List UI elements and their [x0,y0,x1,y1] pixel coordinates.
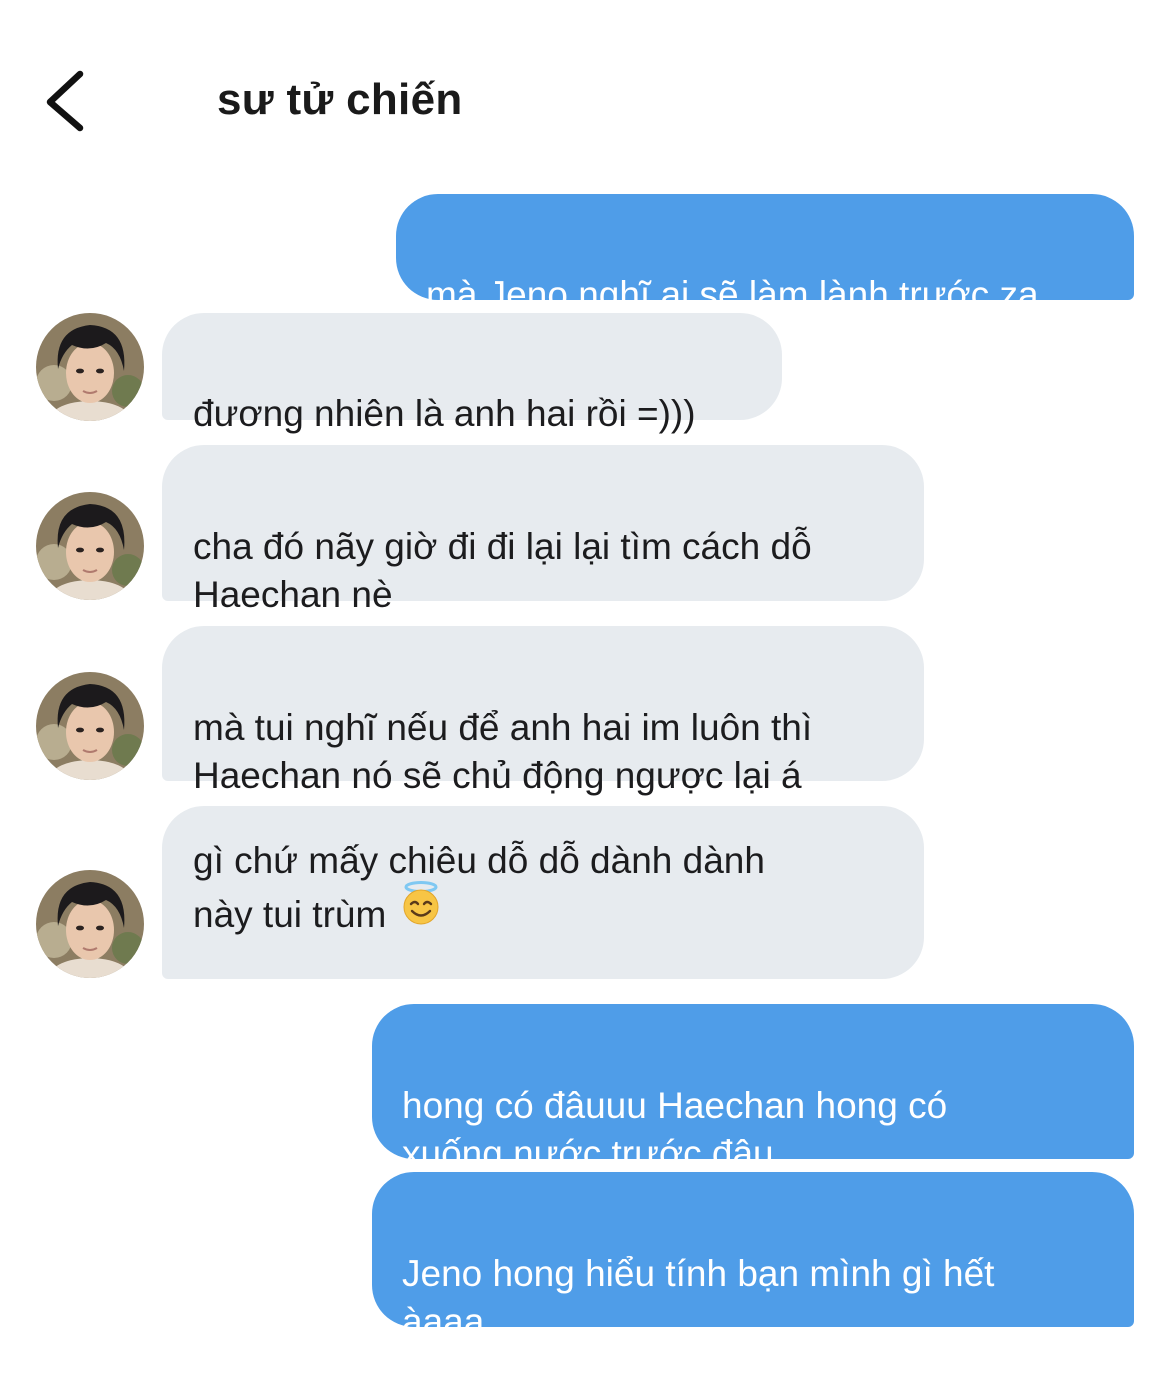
avatar[interactable] [36,870,144,978]
message-bubble-sent[interactable]: mà Jeno nghĩ ai sẽ làm lành trước zạ [396,194,1134,315]
message-text-line: này tui trùm [193,894,387,936]
message-text: đương nhiên là anh hai rồi =))) [193,393,696,434]
message-bubble-sent[interactable]: Jeno hong hiểu tính bạn mình gì hết àaaa [372,1172,1134,1342]
smiling-face-with-halo-icon [400,881,442,941]
message-text: mà Jeno nghĩ ai sẽ làm lành trước zạ [426,274,1039,315]
profile-photo [36,313,144,421]
message-bubble-received[interactable]: mà tui nghĩ nếu để anh hai im luôn thì H… [162,626,924,796]
message-text-line: gì chứ mấy chiêu dỗ dỗ dành dành [193,840,765,881]
profile-photo [36,870,144,978]
message-bubble-received[interactable]: cha đó nãy giờ đi đi lại lại tìm cách dỗ… [162,445,924,615]
chevron-left-icon [46,70,84,132]
message-bubble-received[interactable]: gì chứ mấy chiêu dỗ dỗ dành dành này tui… [162,806,924,979]
message-text: Jeno hong hiểu tính bạn mình gì hết àaaa [402,1253,995,1342]
chat-header: sư tử chiến [0,0,1169,160]
profile-photo [36,492,144,600]
avatar[interactable] [36,672,144,780]
avatar[interactable] [36,492,144,600]
message-text: cha đó nãy giờ đi đi lại lại tìm cách dỗ… [193,526,812,615]
message-text: hong có đâuuu Haechan hong có xuống nước… [402,1085,948,1174]
message-text: mà tui nghĩ nếu để anh hai im luôn thì H… [193,707,813,796]
avatar[interactable] [36,313,144,421]
contact-name: sư tử chiến [217,75,463,124]
profile-photo [36,672,144,780]
message-bubble-received[interactable]: đương nhiên là anh hai rồi =))) [162,313,782,434]
message-bubble-sent[interactable]: hong có đâuuu Haechan hong có xuống nước… [372,1004,1134,1174]
back-button[interactable] [34,62,104,140]
